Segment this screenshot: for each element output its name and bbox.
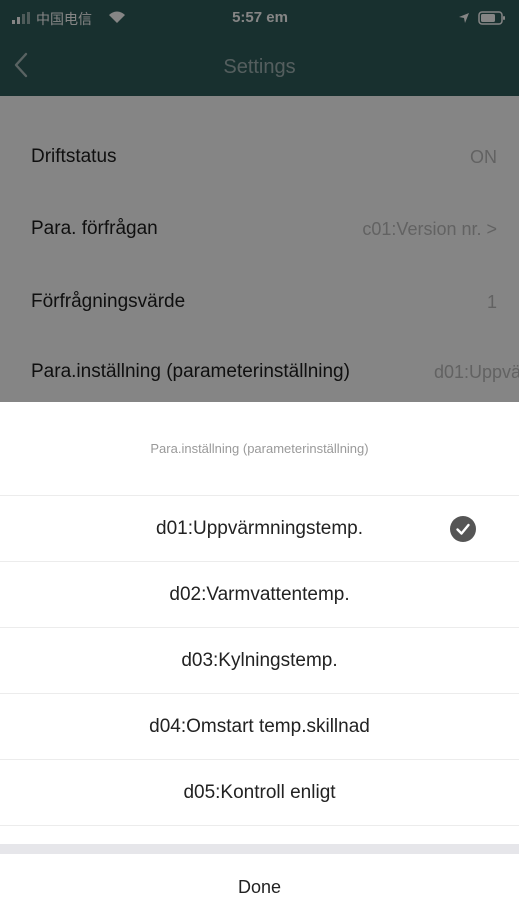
option-label: d01:Uppvärmningstemp. [156, 518, 363, 539]
option-label: d03:Kylningstemp. [181, 650, 338, 671]
picker-option-d04[interactable]: d04:Omstart temp.skillnad [0, 694, 519, 760]
modal-backdrop[interactable] [0, 0, 519, 402]
done-button[interactable]: Done [0, 854, 519, 917]
checkmark-circle-icon [450, 516, 476, 542]
picker-option-d01[interactable]: d01:Uppvärmningstemp. [0, 496, 519, 562]
picker-option-d05[interactable]: d05:Kontroll enligt [0, 760, 519, 826]
picker-separator [0, 844, 519, 854]
picker-option-d02[interactable]: d02:Varmvattentemp. [0, 562, 519, 628]
screen: Driftstatus ON Para. förfrågan c01:Versi… [0, 0, 519, 917]
option-label: d05:Kontroll enligt [183, 782, 336, 803]
option-label: d02:Varmvattentemp. [169, 584, 350, 605]
picker-option-d03[interactable]: d03:Kylningstemp. [0, 628, 519, 694]
option-label: d04:Omstart temp.skillnad [149, 716, 370, 737]
parameter-picker-sheet: Para.inställning (parameterinställning) … [0, 402, 519, 917]
picker-title: Para.inställning (parameterinställning) [0, 402, 519, 496]
